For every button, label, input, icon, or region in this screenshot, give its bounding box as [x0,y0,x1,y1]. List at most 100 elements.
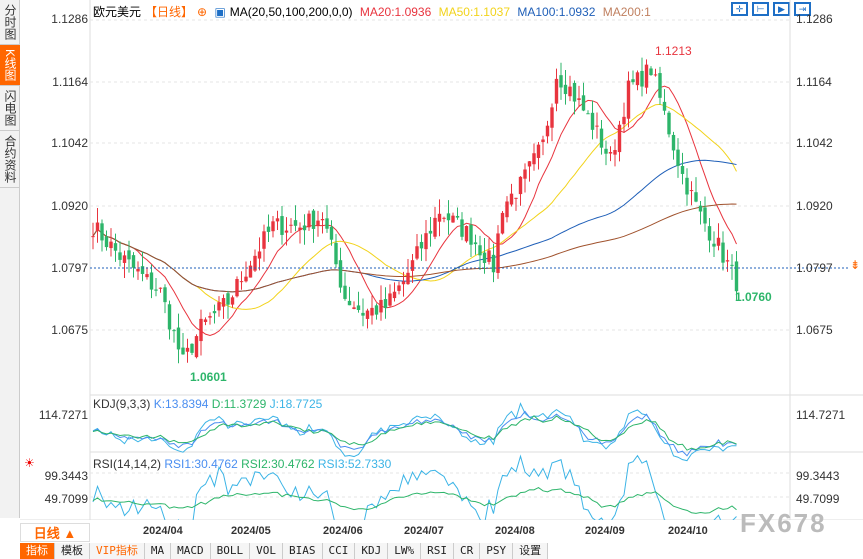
candle [136,268,140,272]
candle [293,220,298,226]
indicator-tab[interactable]: KDJ [355,543,389,559]
candle [109,241,113,249]
candle [185,347,190,352]
candle [491,254,496,273]
candle [275,218,280,222]
candle [244,276,248,282]
rsi-axis-top: 99.3443 [44,469,88,483]
candle [401,281,406,285]
candle [703,207,707,224]
candle [644,64,649,88]
candle [158,287,163,289]
candle [208,316,212,318]
x-tick: 2024/08 [495,525,535,537]
indicator-tab[interactable]: BIAS [283,543,323,559]
candle [707,226,712,241]
candle [563,84,568,95]
rsi2: RSI2:30.4762 [241,457,315,471]
price-marker-icon: ⇟ [850,258,861,272]
high-label: 1.1213 [655,44,692,58]
candle [725,260,730,262]
kdj-legend: KDJ(9,3,3) K:13.8394 D:11.3729 J:18.7725 [93,397,322,411]
candle [676,149,680,166]
candle [478,245,482,256]
candle [262,231,266,249]
period-button[interactable]: 日线 ▲ [20,523,90,542]
x-tick: 2024/05 [231,525,271,537]
candle [581,95,586,111]
candle [289,224,293,226]
candle [730,264,734,266]
candle [662,101,667,111]
candle [509,193,514,205]
indicator-tab[interactable]: MA [144,543,172,559]
indicator-tab[interactable]: 设置 [513,543,549,559]
candle [176,327,181,350]
candle [235,279,239,297]
candle [482,252,487,263]
candle [671,134,676,151]
candle [266,226,271,232]
indicator-tab[interactable]: PSY [480,543,514,559]
candle [527,161,532,167]
candle [685,177,689,195]
candle [586,113,590,115]
candle [460,219,464,237]
candle [95,222,100,232]
watermark: FX678 [740,508,827,538]
indicator-tab[interactable]: VIP指标 [90,543,145,559]
x-tick: 2024/06 [323,525,363,537]
candle [451,215,455,223]
candle [428,230,433,234]
indicator-tab[interactable]: 模板 [55,543,90,559]
settings-sun-icon[interactable]: ☀ [24,456,35,470]
y-tick: 1.1164 [52,75,88,89]
candle [181,347,185,355]
candle [532,153,536,165]
candle [599,128,604,148]
indicator-tab[interactable]: CR [454,543,481,559]
candle [635,72,640,86]
indicator-tab[interactable]: LW% [388,543,422,559]
candle [343,285,347,299]
candle [356,305,361,310]
indicator-tab[interactable]: 指标 [20,543,55,559]
candle [415,246,419,259]
candle [464,226,469,242]
x-tick: 2024/07 [404,525,444,537]
candle [383,299,388,309]
y-tick: 1.0797 [51,261,88,275]
candle [734,261,739,292]
price-chart[interactable] [0,0,863,520]
candle [716,237,721,246]
ma100-line [92,159,737,293]
candle [617,124,622,153]
candle [680,166,685,174]
indicator-tab[interactable]: VOL [250,543,283,559]
y-tick-right: 1.1286 [796,12,833,26]
candle [311,210,316,229]
rsi-legend: RSI(14,14,2) RSI1:30.4762 RSI2:30.4762 R… [93,457,391,471]
candle [595,125,599,127]
candle [523,169,527,179]
y-tick: 1.1286 [51,12,88,26]
candle [131,255,136,268]
indicator-tabs: 指标 模板 VIP指标 MA MACD BOLL VOL BIAS CCI KDJ LW% RSI CR… [20,543,549,559]
candle [100,223,104,241]
candle [365,310,370,319]
candle [127,250,131,260]
candle [419,241,424,249]
rsi-axis-mid-right: 49.7099 [796,492,840,506]
indicator-tab[interactable]: BOLL [210,543,251,559]
y-tick: 1.0675 [51,323,88,337]
candle [536,144,541,158]
candle [658,73,662,98]
ma50-line [92,103,737,310]
indicator-tab[interactable]: RSI [421,543,454,559]
indicator-tab[interactable]: MACD [171,543,211,559]
indicator-tab[interactable]: CCI [322,543,356,559]
candle [379,299,383,313]
low-label: 1.0601 [190,370,227,384]
candle [640,70,644,87]
candle [613,150,617,155]
